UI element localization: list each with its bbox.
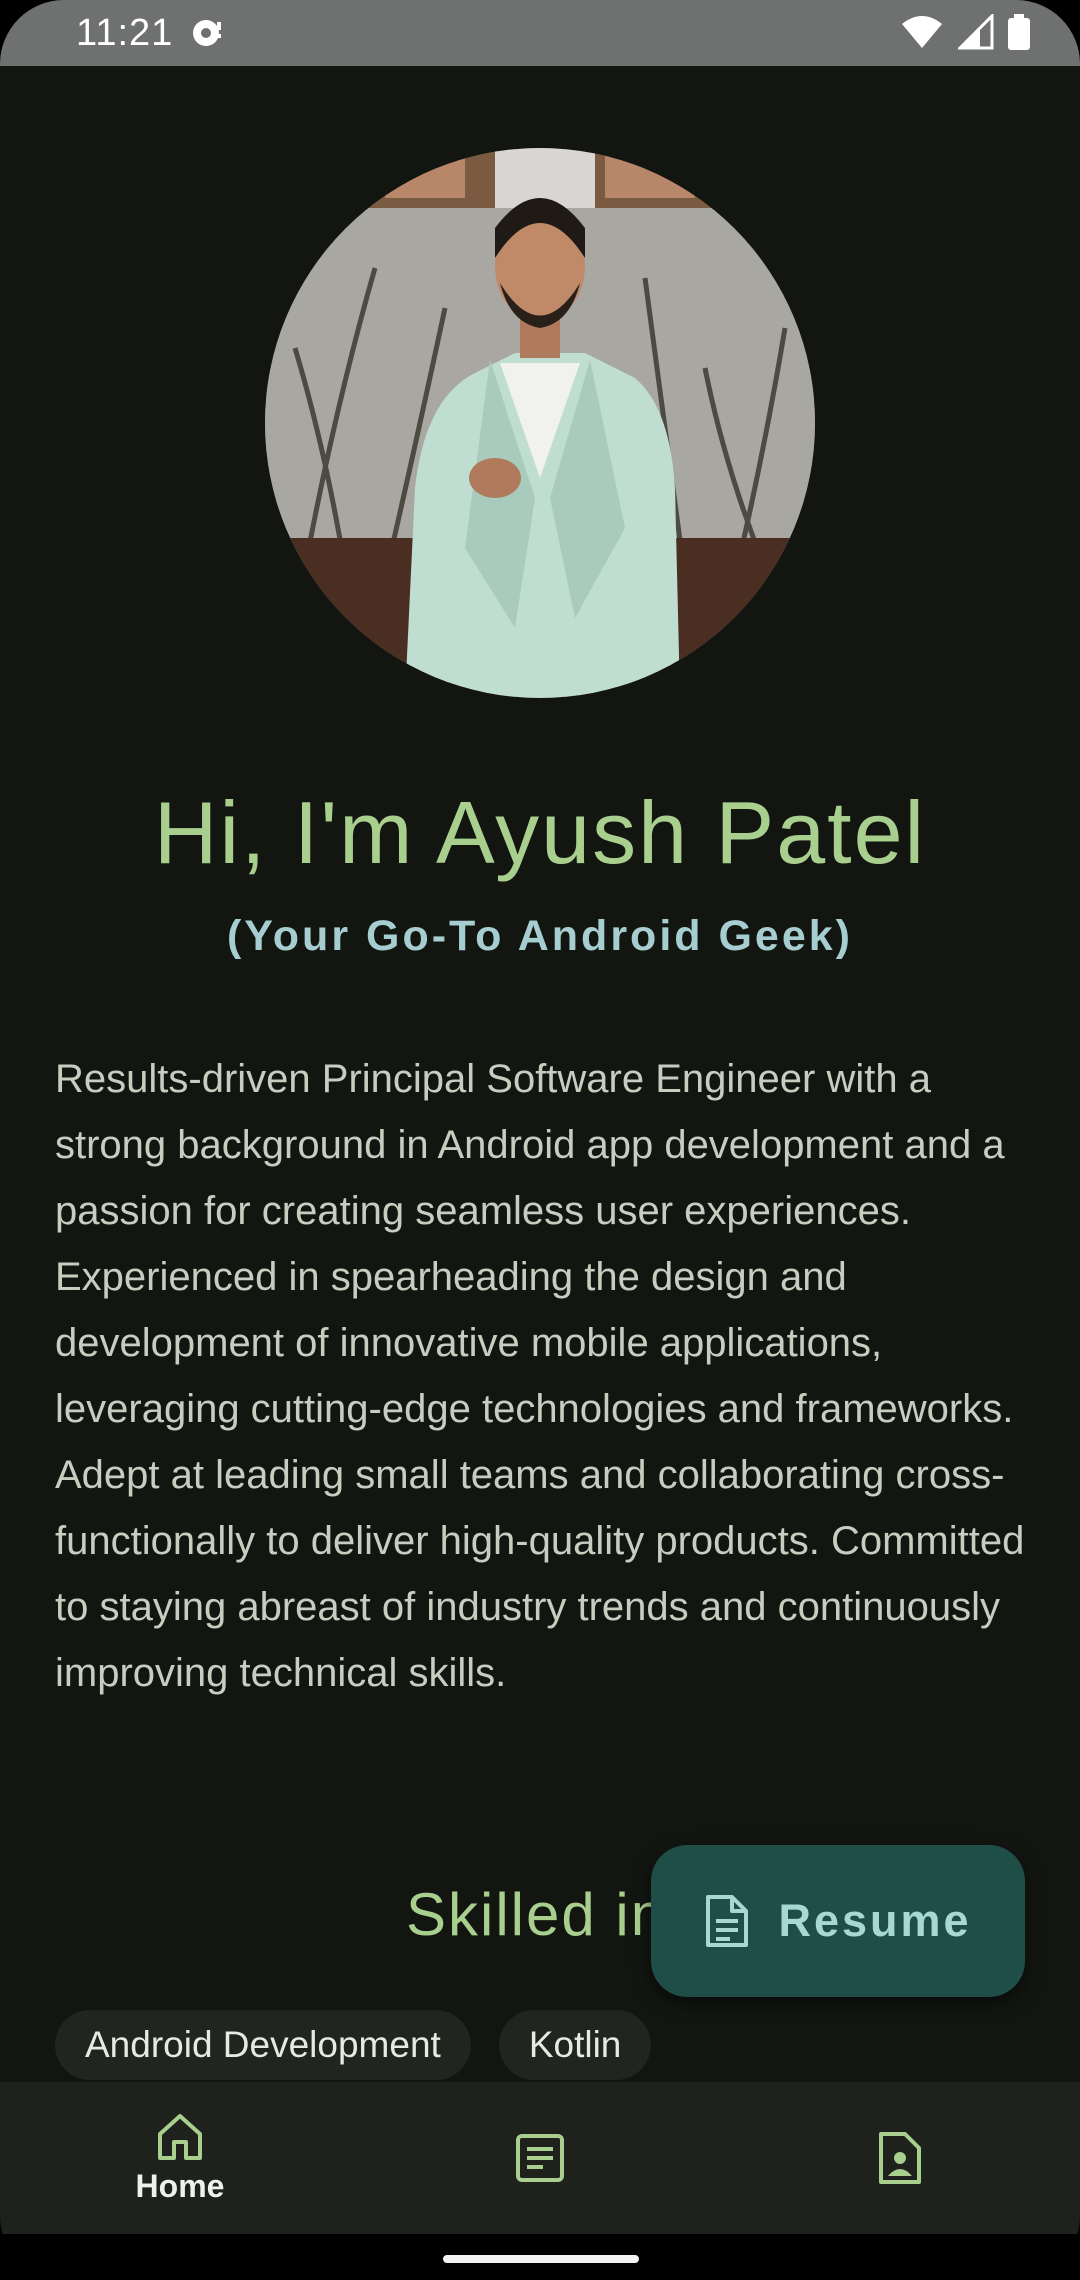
- resume-button-label: Resume: [778, 1895, 972, 1946]
- status-icons: [900, 14, 1030, 50]
- signal-icon: [958, 14, 994, 50]
- home-icon: [158, 2113, 202, 2160]
- resume-button[interactable]: Resume: [651, 1845, 1025, 1997]
- status-time: 11:21: [76, 12, 174, 54]
- home-gesture-handle[interactable]: [443, 2255, 639, 2263]
- cast-icon: [193, 20, 221, 46]
- profile-photo: [265, 148, 815, 698]
- nav-label-home: Home: [135, 2167, 225, 2204]
- skill-chip-kotlin[interactable]: Kotlin: [498, 2010, 652, 2080]
- skills-chip-list: Android Development Kotlin: [55, 2010, 652, 2080]
- contact-icon: [879, 2132, 921, 2184]
- skills-heading: Skilled in: [406, 1881, 667, 1948]
- article-icon: [516, 2134, 564, 2182]
- nav-item-home[interactable]: Home: [0, 2082, 360, 2234]
- page-title: Hi, I'm Ayush Patel: [153, 783, 927, 882]
- nav-item-contact[interactable]: [720, 2082, 1080, 2234]
- skill-chip-android[interactable]: Android Development: [55, 2010, 471, 2080]
- bottom-navigation: Home: [0, 2082, 1080, 2234]
- bio-text: Results-driven Principal Software Engine…: [55, 1057, 1025, 1695]
- battery-icon: [1008, 14, 1030, 50]
- wifi-icon: [902, 16, 942, 48]
- document-icon: [706, 1895, 749, 1947]
- app-screen: 11:21 Hi, I'm Ayush Patel (Your Go-To An…: [0, 0, 1080, 2280]
- page-subtitle: (Your Go-To Android Geek): [226, 912, 853, 960]
- status-bar: 11:21: [0, 0, 1080, 66]
- nav-item-articles[interactable]: [360, 2082, 720, 2234]
